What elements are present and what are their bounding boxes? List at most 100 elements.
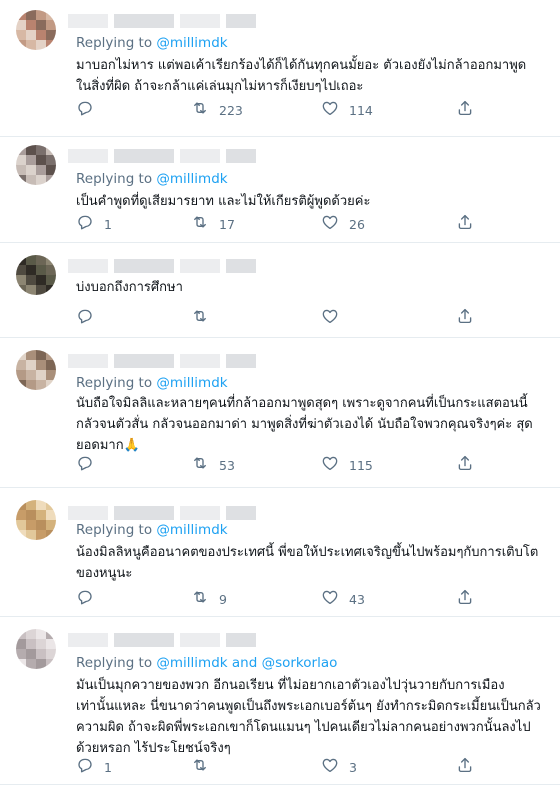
tweet[interactable]: บ่งบอกถึงการศึกษา	[0, 243, 560, 338]
heart-icon	[321, 588, 339, 610]
share-button[interactable]	[456, 757, 474, 777]
retweet-button[interactable]: 9	[191, 589, 227, 609]
like-count: 26	[349, 216, 365, 232]
tweet-text: มันเป็นมุกควายของพวก อีกนอเรียน ที่ไม่อย…	[76, 678, 541, 756]
reply-button[interactable]	[76, 308, 104, 328]
tweet-actions: 9 43	[76, 589, 546, 609]
reply-icon	[76, 307, 94, 329]
heart-icon	[321, 99, 339, 121]
replying-to-label: Replying to	[76, 375, 153, 391]
tweet-actions: 53 115	[76, 455, 546, 475]
reply-button[interactable]	[76, 100, 104, 120]
reply-mention-link[interactable]: @millimdk	[156, 375, 227, 391]
tweet[interactable]: Replying to @millimdk and @sorkorlao มัน…	[0, 617, 560, 785]
tweet[interactable]: Replying to @millimdk น้องมิลลิหนูคืออนา…	[0, 488, 560, 617]
retweet-icon	[191, 588, 209, 610]
avatar[interactable]	[16, 500, 56, 540]
like-count: 43	[349, 591, 365, 607]
tweet-actions: 223 114	[76, 100, 546, 120]
tweet-text: มาบอกไม่หาร แต่พอเค้าเรียกร้องได้ก็ได้กั…	[76, 58, 527, 94]
avatar[interactable]	[16, 255, 56, 295]
tweet-actions	[76, 308, 546, 328]
replying-to-label: Replying to	[76, 171, 153, 187]
author-name-redacted[interactable]	[68, 354, 283, 368]
tweet-actions: 1 3	[76, 757, 546, 777]
retweet-button[interactable]	[191, 757, 219, 777]
reply-icon	[76, 213, 94, 235]
reply-icon	[76, 454, 94, 476]
tweet-text: นับถือใจมิลลิและหลายๆคนที่กล้าออกมาพูดสุ…	[76, 396, 533, 453]
replying-to: Replying to @millimdk	[76, 375, 228, 391]
retweet-icon	[191, 213, 209, 235]
like-button[interactable]: 26	[321, 214, 365, 234]
replying-to: Replying to @millimdk	[76, 522, 228, 538]
reply-button[interactable]	[76, 589, 104, 609]
avatar[interactable]	[16, 629, 56, 669]
share-button[interactable]	[456, 589, 474, 609]
retweet-count: 223	[219, 102, 243, 118]
heart-icon	[321, 213, 339, 235]
retweet-button[interactable]: 17	[191, 214, 235, 234]
tweet[interactable]: Replying to @millimdk เป็นคำพูดที่ดูเสีย…	[0, 137, 560, 243]
reply-mention-link[interactable]: @millimdk	[156, 522, 227, 538]
share-icon	[456, 454, 474, 476]
share-icon	[456, 307, 474, 329]
author-name-redacted[interactable]	[68, 506, 318, 520]
author-name-redacted[interactable]	[68, 149, 303, 163]
share-icon	[456, 756, 474, 778]
retweet-count: 9	[219, 591, 227, 607]
retweet-icon	[191, 307, 209, 329]
tweet-text: เป็นคำพูดที่ดูเสียมารยาท และไม่ให้เกียรต…	[76, 194, 371, 209]
share-button[interactable]	[456, 100, 474, 120]
heart-icon	[321, 756, 339, 778]
retweet-button[interactable]	[191, 308, 219, 328]
retweet-count: 17	[219, 216, 235, 232]
retweet-icon	[191, 454, 209, 476]
retweet-icon	[191, 756, 209, 778]
retweet-button[interactable]: 53	[191, 455, 235, 475]
like-count: 115	[349, 457, 373, 473]
reply-mention-link[interactable]: @millimdk	[156, 171, 227, 187]
reply-icon	[76, 588, 94, 610]
like-count: 3	[349, 759, 357, 775]
avatar[interactable]	[16, 350, 56, 390]
reply-button[interactable]: 1	[76, 757, 112, 777]
share-button[interactable]	[456, 455, 474, 475]
retweet-button[interactable]: 223	[191, 100, 243, 120]
reply-button[interactable]	[76, 455, 104, 475]
reply-mention-link[interactable]: @millimdk	[156, 35, 227, 51]
reply-count: 1	[104, 216, 112, 232]
reply-feed: Replying to @millimdk มาบอกไม่หาร แต่พอเ…	[0, 0, 560, 785]
tweet-actions: 1 17 26	[76, 214, 546, 234]
reply-mention-link[interactable]: @millimdk and @sorkorlao	[156, 655, 337, 671]
share-icon	[456, 588, 474, 610]
replying-to: Replying to @millimdk and @sorkorlao	[76, 655, 337, 671]
author-name-redacted[interactable]	[68, 14, 278, 28]
replying-to-label: Replying to	[76, 35, 153, 51]
author-name-redacted[interactable]	[68, 633, 308, 647]
like-button[interactable]: 3	[321, 757, 357, 777]
replying-to: Replying to @millimdk	[76, 171, 228, 187]
like-button[interactable]: 115	[321, 455, 373, 475]
like-button[interactable]	[321, 308, 349, 328]
share-icon	[456, 213, 474, 235]
like-button[interactable]: 114	[321, 100, 373, 120]
tweet[interactable]: Replying to @millimdk นับถือใจมิลลิและหล…	[0, 338, 560, 488]
retweet-icon	[191, 99, 209, 121]
reply-count: 1	[104, 759, 112, 775]
reply-button[interactable]: 1	[76, 214, 112, 234]
avatar[interactable]	[16, 10, 56, 50]
like-button[interactable]: 43	[321, 589, 365, 609]
replying-to-label: Replying to	[76, 655, 153, 671]
heart-icon	[321, 454, 339, 476]
share-button[interactable]	[456, 308, 474, 328]
tweet-text: น้องมิลลิหนูคืออนาคตของประเทศนี้ พี่ขอให…	[76, 545, 539, 581]
avatar[interactable]	[16, 145, 56, 185]
author-name-redacted[interactable]	[68, 259, 268, 273]
replying-to: Replying to @millimdk	[76, 35, 228, 51]
reply-icon	[76, 99, 94, 121]
tweet[interactable]: Replying to @millimdk มาบอกไม่หาร แต่พอเ…	[0, 0, 560, 137]
share-icon	[456, 99, 474, 121]
share-button[interactable]	[456, 214, 474, 234]
heart-icon	[321, 307, 339, 329]
